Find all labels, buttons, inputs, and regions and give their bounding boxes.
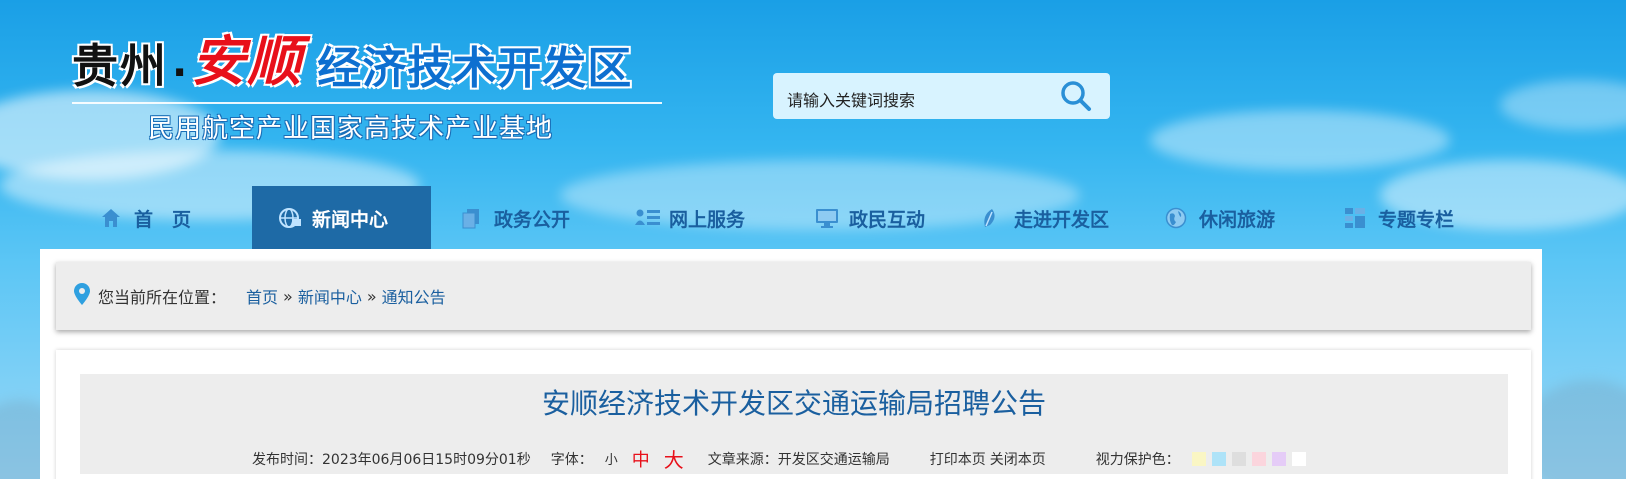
publish-time-label: 发布时间：	[252, 451, 322, 468]
font-large-button[interactable]: 大	[664, 444, 684, 473]
eye-care-swatch-5[interactable]	[1271, 451, 1286, 466]
user-list-icon	[635, 207, 660, 229]
article-meta: 发布时间： 2023年06月06日15时09分01秒 字体： 小 中 大 文章来…	[252, 444, 1312, 473]
nav-label-gov-affairs: 政务公开	[494, 208, 571, 231]
logo-anshun-text: 安顺	[191, 29, 304, 93]
logo-divider	[72, 102, 662, 104]
nav-item-special-topics[interactable]: 专题专栏	[1344, 186, 1454, 250]
nav-label-home: 首 页	[134, 208, 192, 231]
site-logo[interactable]: 贵州 · 安顺 经济技术开发区 民用航空产业国家高技术产业基地	[72, 29, 662, 150]
breadcrumb-home[interactable]: 首页	[246, 284, 278, 308]
search-input[interactable]	[787, 87, 1057, 117]
nav-label-news: 新闻中心	[312, 208, 389, 231]
eye-care-swatch-3[interactable]	[1231, 451, 1246, 466]
breadcrumb: 您当前所在位置： 首页 » 新闻中心 » 通知公告	[56, 262, 1531, 330]
location-pin-icon	[74, 283, 90, 309]
font-small-button[interactable]: 小	[605, 449, 618, 468]
main-nav: 首 页 新闻中心 政务公开 网上服务 政民互动 走进开发区 休闲旅游 专题专栏	[0, 186, 1626, 250]
nav-item-interaction[interactable]: 政民互动	[815, 186, 925, 250]
nav-item-gov-affairs[interactable]: 政务公开	[460, 186, 570, 250]
nav-item-about-zone[interactable]: 走进开发区	[980, 186, 1109, 250]
breadcrumb-separator: »	[283, 286, 293, 306]
eye-care-swatch-6[interactable]	[1291, 451, 1306, 466]
publish-time: 2023年06月06日15时09分01秒	[322, 451, 531, 468]
source-label: 文章来源：	[707, 451, 778, 468]
breadcrumb-separator: »	[366, 286, 377, 306]
breadcrumb-label: 您当前所在位置：	[98, 288, 227, 307]
nav-item-home[interactable]: 首 页	[100, 186, 191, 250]
close-page-link[interactable]: 关闭本页	[990, 449, 1046, 469]
print-page-link[interactable]: 打印本页	[930, 449, 986, 469]
font-size-label: 字体：	[550, 451, 593, 468]
breadcrumb-notices[interactable]: 通知公告	[382, 284, 446, 308]
nav-item-news[interactable]: 新闻中心	[252, 186, 431, 250]
globe-icon	[278, 207, 301, 229]
nav-item-tourism[interactable]: 休闲旅游	[1165, 186, 1275, 250]
nav-label-tourism: 休闲旅游	[1199, 208, 1276, 231]
documents-icon	[460, 207, 482, 229]
earth-icon	[1165, 207, 1187, 229]
monitor-icon	[815, 207, 838, 229]
nav-label-about-zone: 走进开发区	[1014, 208, 1110, 231]
eye-care-label: 视力保护色：	[1095, 451, 1180, 468]
eye-care-swatch-2[interactable]	[1211, 451, 1226, 466]
logo-zone-text: 经济技术开发区	[317, 43, 633, 94]
logo-subtitle: 民用航空产业国家高技术产业基地	[148, 114, 554, 144]
nav-item-online-service[interactable]: 网上服务	[635, 186, 745, 250]
nav-label-special-topics: 专题专栏	[1378, 208, 1455, 231]
article-title: 安顺经济技术开发区交通运输局招聘公告	[541, 387, 1046, 420]
nav-label-online-service: 网上服务	[669, 208, 746, 231]
article-container: 安顺经济技术开发区交通运输局招聘公告 发布时间： 2023年06月06日15时0…	[56, 350, 1531, 479]
font-medium-button[interactable]: 中	[632, 446, 650, 472]
eye-care-swatch-1[interactable]	[1191, 451, 1206, 466]
eye-care-swatches	[1191, 451, 1312, 466]
search-box	[773, 73, 1110, 119]
home-icon	[100, 207, 122, 229]
search-icon[interactable]	[1059, 79, 1093, 113]
leaf-icon	[980, 207, 1002, 229]
logo-guizhou-text: 贵州	[72, 39, 168, 93]
breadcrumb-news-center[interactable]: 新闻中心	[298, 284, 362, 308]
nav-label-interaction: 政民互动	[849, 208, 926, 231]
article-header: 安顺经济技术开发区交通运输局招聘公告 发布时间： 2023年06月06日15时0…	[80, 374, 1508, 474]
grid-icon	[1344, 207, 1366, 229]
eye-care-swatch-4[interactable]	[1251, 451, 1266, 466]
article-source: 开发区交通运输局	[777, 451, 890, 468]
logo-dot: ·	[172, 50, 188, 96]
